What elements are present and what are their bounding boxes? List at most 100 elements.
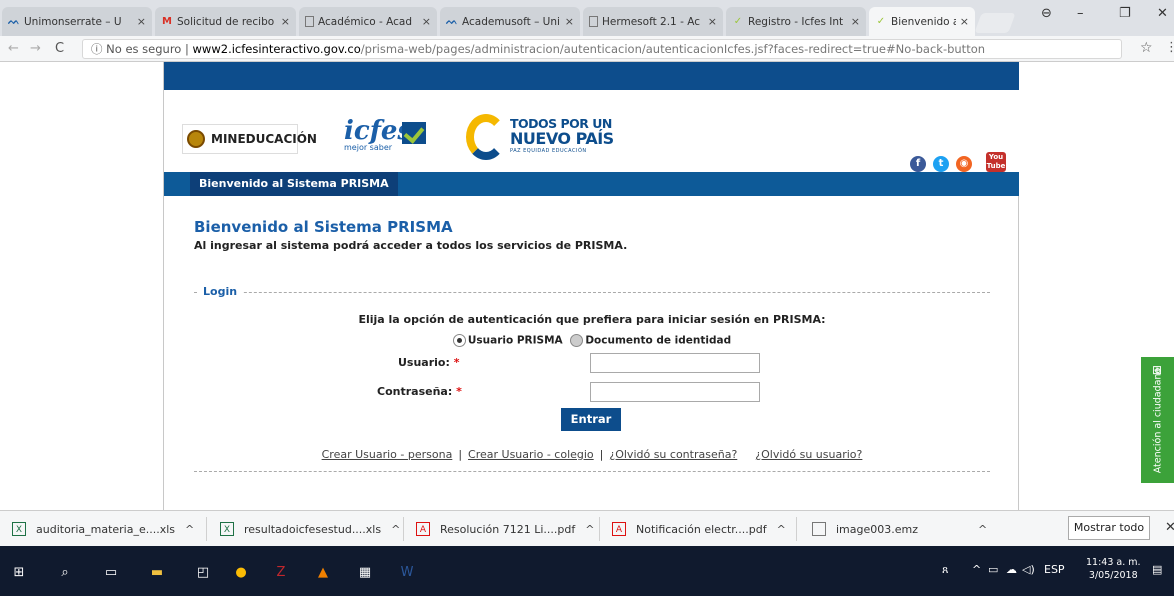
olvido-contrasena-link[interactable]: ¿Olvidó su contraseña?	[609, 448, 737, 461]
mineducacion-logo[interactable]: MINEDUCACIÓN	[182, 124, 317, 154]
atencion-ciudadano-tab[interactable]: ⊞ Atención al ciudadano	[1141, 357, 1174, 483]
chevron-up-icon[interactable]: ^	[585, 523, 594, 536]
task-view-icon[interactable]: ▭	[102, 563, 120, 581]
main-content: Bienvenido al Sistema PRISMA Al ingresar…	[164, 196, 1019, 510]
tab-close-icon[interactable]: ×	[281, 15, 290, 28]
youtube-bottom-text: Tube	[986, 162, 1006, 170]
info-icon[interactable]: ⓘ	[91, 42, 106, 56]
download-filename: Resolución 7121 Li....pdf	[440, 522, 576, 536]
network-icon[interactable]: ▭	[988, 563, 998, 576]
browser-tab-academusoft[interactable]: ᨓ Academusoft – Uni ×	[440, 7, 580, 36]
entrar-button[interactable]: Entrar	[561, 408, 621, 431]
chevron-up-icon[interactable]: ^	[185, 523, 194, 536]
tab-close-icon[interactable]: ×	[960, 15, 969, 28]
download-filename: auditoria_materia_e....xls	[36, 522, 176, 536]
excel-file-icon: X	[220, 522, 234, 536]
people-icon[interactable]: ጸ	[942, 563, 948, 577]
tab-close-icon[interactable]: ×	[565, 15, 574, 28]
tpnp-line2: NUEVO PAÍS	[510, 129, 614, 148]
browser-tab-registro[interactable]: ✓ Registro - Icfes Int ×	[726, 7, 866, 36]
facebook-icon[interactable]: f	[910, 156, 926, 172]
icfes-logo[interactable]: icfes mejor saber	[344, 116, 434, 156]
url-domain: www2.icfesinteractivo.gov.co	[192, 42, 361, 56]
back-icon[interactable]: ←	[8, 41, 19, 56]
browser-tab-unimonserrate[interactable]: ᨓ Unimonserrate – U ×	[2, 7, 152, 36]
password-input[interactable]	[590, 382, 760, 402]
download-item[interactable]: A Resolución 7121 Li....pdf ^	[416, 519, 594, 539]
onedrive-icon[interactable]: ☁	[1006, 563, 1017, 576]
store-icon[interactable]: ◰	[194, 563, 212, 581]
pdf-file-icon: A	[416, 522, 430, 536]
gmail-icon: M	[162, 16, 172, 27]
academusoft-icon: ᨓ	[446, 16, 458, 27]
url-field[interactable]: ⓘ No es seguro | www2.icfesinteractivo.g…	[82, 39, 1122, 59]
tab-label: Solicitud de recibo	[177, 15, 275, 28]
radio-usuario-label[interactable]: Usuario PRISMA	[468, 335, 563, 347]
todos-por-un-nuevo-pais-logo[interactable]: TODOS POR UN NUEVO PAÍS PAZ EQUIDAD EDUC…	[466, 110, 616, 166]
browser-tab-hermesoft[interactable]: Hermesoft 2.1 - Ac ×	[583, 7, 723, 36]
tab-close-icon[interactable]: ×	[851, 15, 860, 28]
site-header: MINEDUCACIÓN icfes mejor saber TODOS POR…	[164, 90, 1019, 172]
window-close-icon[interactable]: ✕	[1157, 6, 1168, 21]
login-legend: Login	[198, 285, 243, 298]
twitter-icon[interactable]: t	[933, 156, 949, 172]
olvido-usuario-link[interactable]: ¿Olvidó su usuario?	[755, 448, 862, 461]
restore-icon[interactable]: ❐	[1119, 6, 1131, 21]
tab-bienvenido-prisma[interactable]: Bienvenido al Sistema PRISMA	[190, 172, 398, 196]
crear-usuario-colegio-link[interactable]: Crear Usuario - colegio	[468, 448, 594, 461]
tab-close-icon[interactable]: ×	[422, 15, 431, 28]
chevron-up-icon[interactable]: ^	[777, 523, 786, 536]
usuario-input[interactable]	[590, 353, 760, 373]
downloads-close-icon[interactable]: ✕	[1165, 520, 1174, 535]
tray-chevron-up-icon[interactable]: ^	[972, 563, 981, 576]
vlc-icon[interactable]: ▲	[314, 563, 332, 581]
language-indicator[interactable]: ESP	[1044, 563, 1065, 576]
crear-usuario-persona-link[interactable]: Crear Usuario - persona	[322, 448, 453, 461]
calendar-app-icon[interactable]: ▦	[356, 563, 374, 581]
volume-icon[interactable]: ◁)	[1022, 563, 1035, 576]
new-tab-button[interactable]	[974, 13, 1016, 33]
notifications-icon[interactable]: ▤	[1152, 563, 1162, 576]
radio-documento-label[interactable]: Documento de identidad	[585, 335, 731, 347]
profile-icon[interactable]: ⊖	[1041, 6, 1052, 21]
browser-tab-solicitud[interactable]: M Solicitud de recibo ×	[155, 7, 296, 36]
minimize-icon[interactable]: –	[1077, 6, 1084, 21]
search-icon[interactable]: ⌕	[56, 563, 74, 581]
youtube-icon[interactable]: You Tube	[986, 152, 1006, 172]
auth-radio-group: Usuario PRISMA Documento de identidad	[194, 334, 990, 347]
url-path: /prisma-web/pages/administracion/autenti…	[360, 42, 986, 56]
chrome-icon[interactable]: ●	[232, 563, 250, 581]
menu-kebab-icon[interactable]: ⋮	[1165, 40, 1174, 55]
page-icon	[305, 16, 314, 27]
tab-close-icon[interactable]: ×	[137, 15, 146, 28]
download-item[interactable]: image003.emz ^	[812, 519, 987, 539]
browser-tab-academico[interactable]: Académico - Acad ×	[299, 7, 437, 36]
download-item[interactable]: X resultadoicfesestud....xls ^	[220, 519, 400, 539]
download-filename: resultadoicfesestud....xls	[244, 522, 382, 536]
browser-tab-bienvenido[interactable]: ✓ Bienvenido al Siste ×	[869, 7, 975, 36]
chevron-up-icon[interactable]: ^	[978, 523, 987, 536]
bookmark-star-icon[interactable]: ☆	[1140, 40, 1153, 56]
clock-date: 3/05/2018	[1088, 570, 1138, 581]
mostrar-todo-button[interactable]: Mostrar todo	[1068, 516, 1150, 540]
download-item[interactable]: X auditoria_materia_e....xls ^	[12, 519, 194, 539]
download-filename: image003.emz	[836, 522, 919, 536]
tab-close-icon[interactable]: ×	[708, 15, 717, 28]
filezilla-icon[interactable]: Z	[272, 563, 290, 581]
coat-of-arms-icon	[187, 130, 205, 148]
windows-start-icon[interactable]: ⊞	[10, 563, 28, 581]
pdf-file-icon: A	[612, 522, 626, 536]
browser-tab-bar: ᨓ Unimonserrate – U × M Solicitud de rec…	[0, 0, 1174, 36]
forward-icon[interactable]: →	[30, 41, 41, 56]
word-icon[interactable]: W	[398, 563, 416, 581]
rss-icon[interactable]: ◉	[956, 156, 972, 172]
clock[interactable]: 11:43 a. m. 3/05/2018	[1086, 556, 1141, 582]
download-item[interactable]: A Notificación electr....pdf ^	[612, 519, 786, 539]
radio-documento-identidad[interactable]	[570, 334, 584, 347]
top-band	[164, 62, 1019, 90]
radio-usuario-prisma[interactable]	[452, 334, 466, 347]
icfes-icon: ✓	[733, 16, 743, 27]
reload-icon[interactable]: C	[55, 41, 64, 56]
chevron-up-icon[interactable]: ^	[391, 523, 400, 536]
file-explorer-icon[interactable]: ▬	[148, 563, 166, 581]
